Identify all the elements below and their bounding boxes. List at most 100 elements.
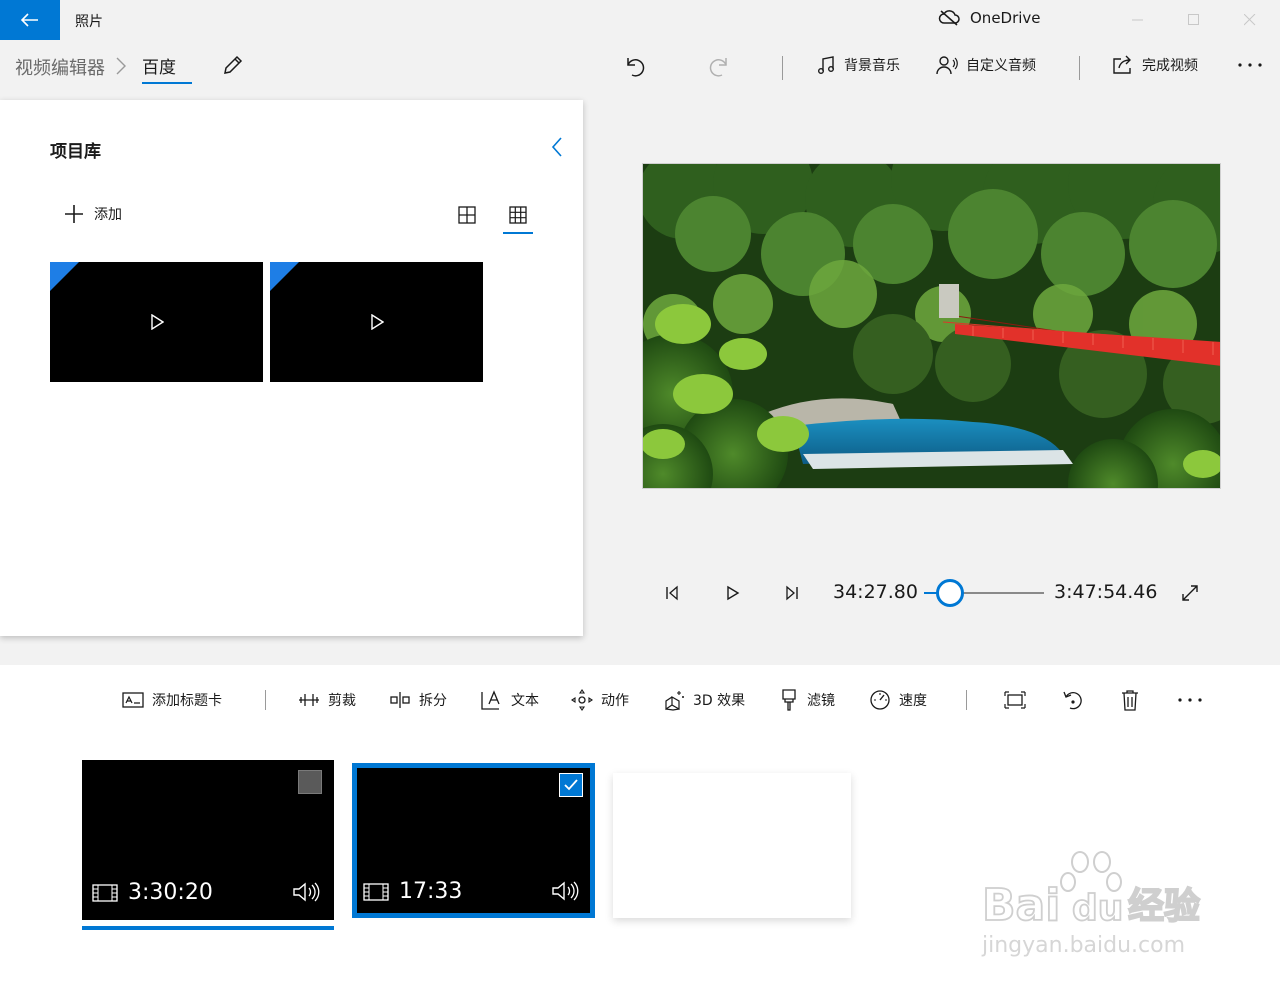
project-library-panel: 项目库 添加	[0, 100, 583, 636]
expand-icon	[1182, 585, 1198, 601]
storyboard-panel: 添加标题卡 剪裁 拆分 文本 动作 3D 效果 滤镜 速度 3:30:20 17…	[0, 665, 1280, 986]
toolbar-divider	[1079, 56, 1080, 80]
seek-slider[interactable]	[924, 579, 1044, 607]
clip-duration: 17:33	[363, 879, 462, 904]
storyboard-empty-slot[interactable]	[613, 773, 851, 918]
plus-icon	[65, 205, 83, 223]
storyboard-clip[interactable]: 3:30:20	[82, 760, 334, 920]
clip-duration-label: 3:30:20	[128, 880, 213, 905]
large-grid-view-button[interactable]	[456, 204, 478, 226]
added-marker	[50, 262, 79, 291]
next-frame-button[interactable]	[782, 583, 802, 603]
add-title-card-label: 添加标题卡	[152, 693, 222, 709]
small-grid-view-button[interactable]	[507, 204, 529, 226]
project-name[interactable]: 百度	[142, 53, 176, 78]
step-forward-icon	[786, 585, 798, 601]
cloud-offline-icon	[938, 10, 960, 26]
arrow-left-icon	[21, 13, 38, 27]
text-button[interactable]: 文本	[481, 689, 539, 711]
clip-duration-label: 17:33	[399, 879, 463, 904]
more-options-icon	[1178, 698, 1202, 702]
breadcrumb-root[interactable]: 视频编辑器	[15, 54, 105, 80]
minimize-button[interactable]	[1110, 0, 1166, 40]
maximize-button[interactable]	[1166, 0, 1222, 40]
small-grid-icon	[509, 206, 527, 224]
minimize-icon	[1132, 19, 1143, 21]
close-icon	[1244, 14, 1256, 26]
back-button[interactable]	[0, 0, 60, 40]
trim-icon	[299, 694, 319, 706]
more-tools-button[interactable]	[1177, 689, 1203, 711]
chevron-left-icon[interactable]	[550, 136, 564, 158]
svg-text:du: du	[1072, 888, 1123, 929]
filters-button[interactable]: 滤镜	[779, 689, 835, 711]
brush-icon	[782, 689, 796, 711]
volume-icon[interactable]	[292, 881, 320, 903]
play-icon	[151, 314, 164, 330]
fullscreen-button[interactable]	[1180, 583, 1200, 603]
close-button[interactable]	[1222, 0, 1278, 40]
added-marker	[270, 262, 299, 291]
redo-icon[interactable]	[708, 54, 730, 78]
command-bar: 视频编辑器 百度 背景音乐 自定义音频 完成视频	[0, 40, 1280, 100]
motion-icon	[571, 689, 593, 711]
delete-button[interactable]	[1119, 689, 1141, 711]
video-preview[interactable]	[642, 163, 1221, 489]
storyboard-clip-selected[interactable]: 17:33	[352, 763, 595, 918]
3d-effects-label: 3D 效果	[693, 693, 746, 709]
undo-icon[interactable]	[624, 54, 646, 78]
play-button[interactable]	[722, 583, 742, 603]
trash-icon	[1122, 690, 1138, 711]
title-bar: 照片 OneDrive	[0, 0, 1280, 40]
onedrive-label: OneDrive	[970, 9, 1041, 27]
film-strip-icon	[363, 882, 389, 901]
pencil-icon[interactable]	[222, 54, 244, 76]
app-title: 照片	[75, 14, 103, 30]
step-back-icon	[666, 585, 678, 601]
large-grid-icon	[458, 206, 476, 224]
add-title-card-button[interactable]: 添加标题卡	[122, 689, 222, 711]
add-media-button[interactable]: 添加	[64, 204, 122, 224]
maximize-icon	[1188, 14, 1199, 25]
clip-checkbox[interactable]	[298, 770, 322, 794]
clip-checkbox-checked[interactable]	[559, 773, 583, 797]
custom-audio-button[interactable]: 自定义音频	[936, 53, 1036, 77]
speed-label: 速度	[899, 693, 927, 709]
music-note-icon	[818, 56, 834, 74]
motion-button[interactable]: 动作	[571, 689, 629, 711]
svg-text:Bai: Bai	[982, 880, 1060, 931]
volume-icon[interactable]	[551, 880, 579, 902]
3d-effects-icon	[665, 691, 684, 711]
speedometer-icon	[870, 690, 890, 710]
rotate-button[interactable]	[1062, 689, 1084, 711]
background-music-button[interactable]: 背景音乐	[816, 53, 900, 77]
trim-button[interactable]: 剪裁	[298, 689, 356, 711]
onedrive-status[interactable]: OneDrive	[938, 9, 1041, 27]
text-label: 文本	[511, 693, 539, 709]
storyboard-divider	[966, 690, 967, 710]
library-item[interactable]	[270, 262, 483, 382]
resize-button[interactable]	[1004, 689, 1026, 711]
finish-video-button[interactable]: 完成视频	[1112, 53, 1198, 77]
current-time: 34:27.80	[833, 581, 918, 603]
speed-button[interactable]: 速度	[869, 689, 927, 711]
split-icon	[390, 692, 410, 708]
3d-effects-button[interactable]: 3D 效果	[663, 689, 745, 711]
baidu-jingyan-watermark: Bai du 经验 jingyan.baidu.com	[981, 851, 1201, 958]
text-icon	[481, 690, 500, 710]
clip-duration: 3:30:20	[92, 880, 213, 905]
library-item[interactable]	[50, 262, 263, 382]
project-name-underline	[142, 82, 192, 84]
storyboard-divider	[265, 690, 266, 710]
title-card-icon	[122, 692, 144, 708]
seek-slider-thumb[interactable]	[936, 579, 965, 607]
split-button[interactable]: 拆分	[389, 689, 447, 711]
active-view-indicator	[503, 232, 533, 234]
more-options-icon[interactable]	[1237, 62, 1263, 68]
add-media-label: 添加	[94, 207, 122, 223]
finish-video-label: 完成视频	[1142, 58, 1198, 74]
background-music-label: 背景音乐	[844, 58, 900, 74]
person-audio-icon	[936, 56, 958, 75]
rotate-icon	[1063, 691, 1082, 710]
previous-frame-button[interactable]	[662, 583, 682, 603]
